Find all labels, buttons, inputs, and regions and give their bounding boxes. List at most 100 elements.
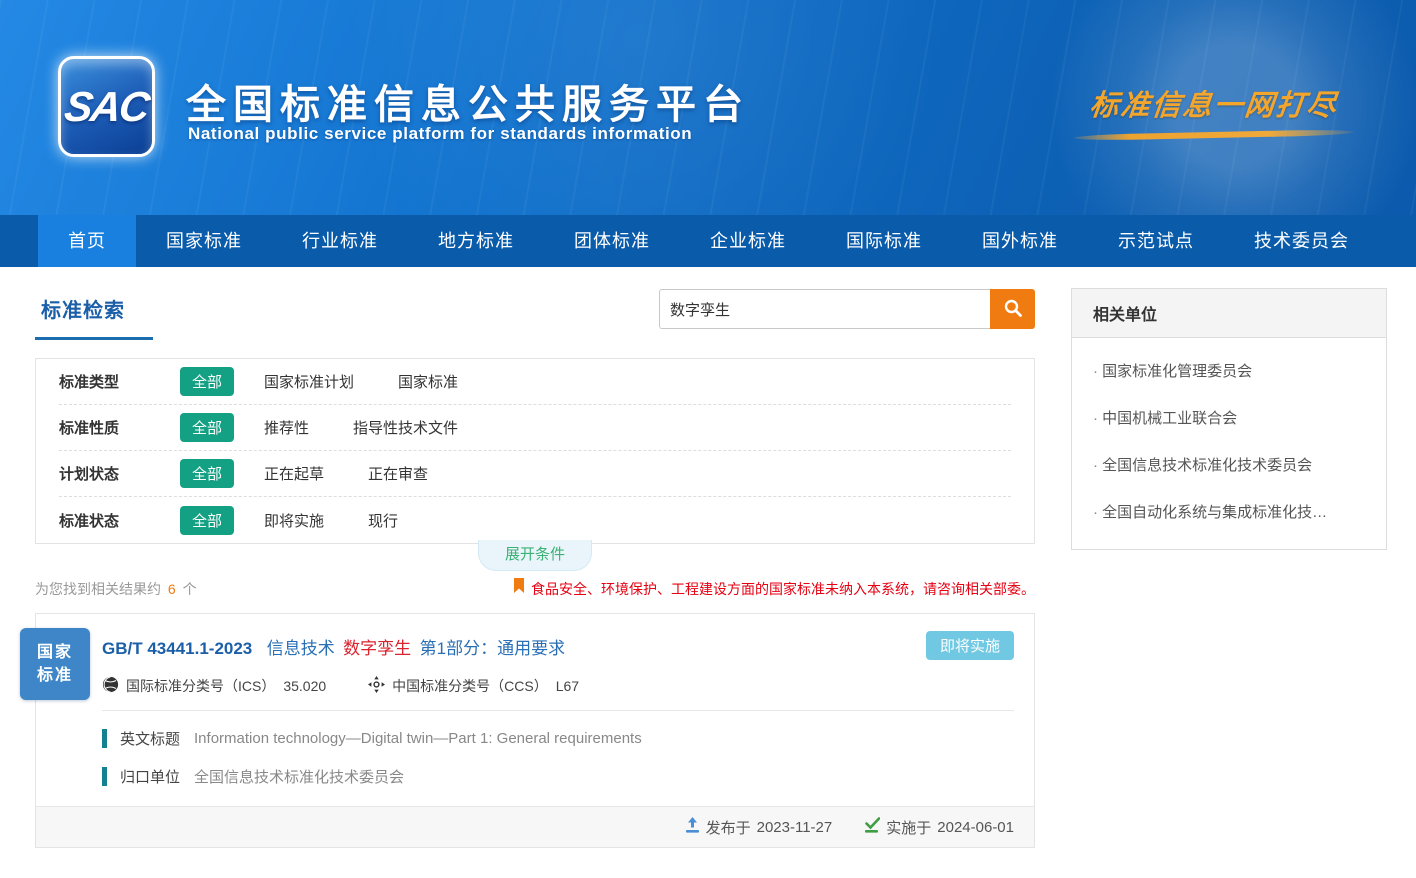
filter-row-standard-nature: 标准性质 全部 推荐性 指导性技术文件	[59, 405, 1011, 451]
header-slogan: 标准信息一网打尽	[1064, 82, 1364, 138]
nav-item-pilot[interactable]: 示范试点	[1088, 215, 1224, 267]
search-button[interactable]	[990, 289, 1035, 329]
related-units-box: 相关单位 国家标准化管理委员会 中国机械工业联合会 全国信息技术标准化技术委员会…	[1071, 288, 1387, 550]
sac-logo-text: SAC	[62, 83, 151, 131]
bookmark-icon	[513, 578, 525, 599]
committee-value: 全国信息技术标准化技术委员会	[194, 766, 404, 787]
related-unit-link[interactable]: 中国机械工业联合会	[1093, 394, 1365, 441]
status-badge: 即将实施	[926, 631, 1014, 660]
filter-row-standard-type: 标准类型 全部 国家标准计划 国家标准	[59, 359, 1011, 405]
filter-option[interactable]: 指导性技术文件	[353, 417, 458, 438]
ics-value: 35.020	[283, 678, 326, 694]
teal-bar	[102, 729, 107, 748]
standard-result-card: 国家 标准 GB/T 43441.1-2023 信息技术 数字孪生 第1部分：通…	[35, 613, 1035, 848]
related-unit-link[interactable]: 全国自动化系统与集成标准化技…	[1093, 488, 1365, 535]
ics-label: 国际标准分类号（ICS）	[126, 676, 275, 696]
english-title-label: 英文标题	[120, 728, 180, 749]
english-title-value: Information technology—Digital twin—Part…	[194, 730, 642, 747]
results-meta-row: 为您找到相关结果约 6 个 食品安全、环境保护、工程建设方面的国家标准未纳入本系…	[35, 578, 1035, 599]
nav-item-home[interactable]: 首页	[38, 215, 136, 267]
filter-option[interactable]: 国家标准计划	[264, 371, 354, 392]
english-title-row: 英文标题 Information technology—Digital twin…	[102, 728, 1014, 749]
card-footer: 发布于 2023-11-27 实施于 2024-06-01	[36, 806, 1034, 847]
filter-row-plan-status: 计划状态 全部 正在起草 正在审查	[59, 451, 1011, 497]
ccs-classification: 中国标准分类号（CCS） L67	[368, 676, 579, 696]
filter-all-button[interactable]: 全部	[180, 413, 234, 442]
filter-option[interactable]: 正在起草	[264, 463, 324, 484]
published-date: 发布于 2023-11-27	[685, 817, 833, 838]
filter-option[interactable]: 推荐性	[264, 417, 309, 438]
filter-option[interactable]: 正在审查	[368, 463, 428, 484]
publish-upload-icon	[685, 817, 706, 837]
results-count-suffix: 个	[183, 581, 197, 597]
slogan-underline	[1074, 129, 1354, 141]
filter-all-button[interactable]: 全部	[180, 367, 234, 396]
related-unit-link[interactable]: 全国信息技术标准化技术委员会	[1093, 441, 1365, 488]
search-icon	[1003, 298, 1023, 321]
nav-item-industry-standards[interactable]: 行业标准	[272, 215, 408, 267]
nav-item-technical-committee[interactable]: 技术委员会	[1224, 215, 1379, 267]
globe-icon	[102, 676, 126, 696]
ics-classification: 国际标准分类号（ICS） 35.020	[102, 676, 326, 696]
card-divider	[102, 710, 1014, 711]
notice: 食品安全、环境保护、工程建设方面的国家标准未纳入本系统，请咨询相关部委。	[513, 578, 1035, 599]
site-subtitle: National public service platform for sta…	[188, 124, 692, 144]
filter-option[interactable]: 现行	[368, 510, 398, 531]
badge-line1: 国家	[37, 644, 73, 661]
nav-item-foreign-standards[interactable]: 国外标准	[952, 215, 1088, 267]
related-unit-link[interactable]: 国家标准化管理委员会	[1093, 347, 1365, 394]
card-body: GB/T 43441.1-2023 信息技术 数字孪生 第1部分：通用要求 即将…	[36, 614, 1034, 787]
notice-text: 食品安全、环境保护、工程建设方面的国家标准未纳入本系统，请咨询相关部委。	[531, 579, 1035, 599]
slogan-text: 标准信息一网打尽	[1062, 82, 1366, 124]
filter-label: 标准类型	[59, 371, 149, 392]
sidebar: 相关单位 国家标准化管理委员会 中国机械工业联合会 全国信息技术标准化技术委员会…	[1071, 288, 1387, 848]
results-count-number: 6	[168, 581, 176, 597]
standard-title-row: GB/T 43441.1-2023 信息技术 数字孪生 第1部分：通用要求 即将…	[102, 634, 1014, 659]
published-value: 2023-11-27	[757, 819, 833, 836]
tab-standard-search[interactable]: 标准检索	[35, 288, 153, 340]
national-standard-badge: 国家 标准	[20, 628, 90, 700]
search-row: 标准检索	[35, 288, 1035, 346]
classification-row: 国际标准分类号（ICS） 35.020 中国标准分类号（CCS） L67	[102, 676, 1014, 696]
teal-bar	[102, 767, 107, 786]
related-units-title: 相关单位	[1072, 289, 1386, 338]
site-title: 全国标准信息公共服务平台	[186, 72, 750, 130]
implement-check-icon	[864, 817, 886, 837]
filter-all-button[interactable]: 全部	[180, 459, 234, 488]
implemented-date: 实施于 2024-06-01	[864, 817, 1014, 838]
filter-option[interactable]: 即将实施	[264, 510, 324, 531]
main-column: 标准检索 标准类型 全部 国家标准计划 国家标准 标准	[35, 288, 1035, 848]
filter-label: 标准性质	[59, 417, 149, 438]
results-count-prefix: 为您找到相关结果约	[35, 581, 161, 597]
expand-conditions-button[interactable]: 展开条件	[478, 540, 592, 571]
search-box	[659, 289, 1035, 329]
nav-item-international-standards[interactable]: 国际标准	[816, 215, 952, 267]
committee-label: 归口单位	[120, 766, 180, 787]
filter-box: 标准类型 全部 国家标准计划 国家标准 标准性质 全部 推荐性 指导性技术文件 …	[35, 358, 1035, 544]
standard-code-link[interactable]: GB/T 43441.1-2023	[102, 639, 252, 658]
standard-title-part1[interactable]: 信息技术	[267, 639, 335, 658]
nav-item-national-standards[interactable]: 国家标准	[136, 215, 272, 267]
filter-row-standard-status: 标准状态 全部 即将实施 现行	[59, 497, 1011, 543]
committee-row: 归口单位 全国信息技术标准化技术委员会	[102, 766, 1014, 787]
search-input[interactable]	[659, 289, 990, 329]
nav-item-group-standards[interactable]: 团体标准	[544, 215, 680, 267]
content-area: 标准检索 标准类型 全部 国家标准计划 国家标准 标准	[0, 267, 1416, 878]
standard-title-part2[interactable]: 第1部分：通用要求	[420, 639, 565, 658]
site-header: SAC 全国标准信息公共服务平台 National public service…	[0, 0, 1416, 215]
nav-item-local-standards[interactable]: 地方标准	[408, 215, 544, 267]
ccs-value: L67	[556, 678, 579, 694]
related-units-list: 国家标准化管理委员会 中国机械工业联合会 全国信息技术标准化技术委员会 全国自动…	[1072, 338, 1386, 549]
filter-option[interactable]: 国家标准	[398, 371, 458, 392]
badge-line2: 标准	[37, 667, 73, 684]
sac-logo[interactable]: SAC	[58, 56, 155, 157]
results-count: 为您找到相关结果约 6 个	[35, 579, 197, 599]
ccs-label: 中国标准分类号（CCS）	[392, 676, 548, 696]
filter-panel: 标准类型 全部 国家标准计划 国家标准 标准性质 全部 推荐性 指导性技术文件 …	[35, 358, 1035, 544]
filter-all-button[interactable]: 全部	[180, 506, 234, 535]
published-label: 发布于	[706, 817, 751, 838]
filter-label: 标准状态	[59, 510, 149, 531]
standard-title-highlight[interactable]: 数字孪生	[343, 639, 411, 658]
nav-item-enterprise-standards[interactable]: 企业标准	[680, 215, 816, 267]
implemented-label: 实施于	[886, 817, 931, 838]
